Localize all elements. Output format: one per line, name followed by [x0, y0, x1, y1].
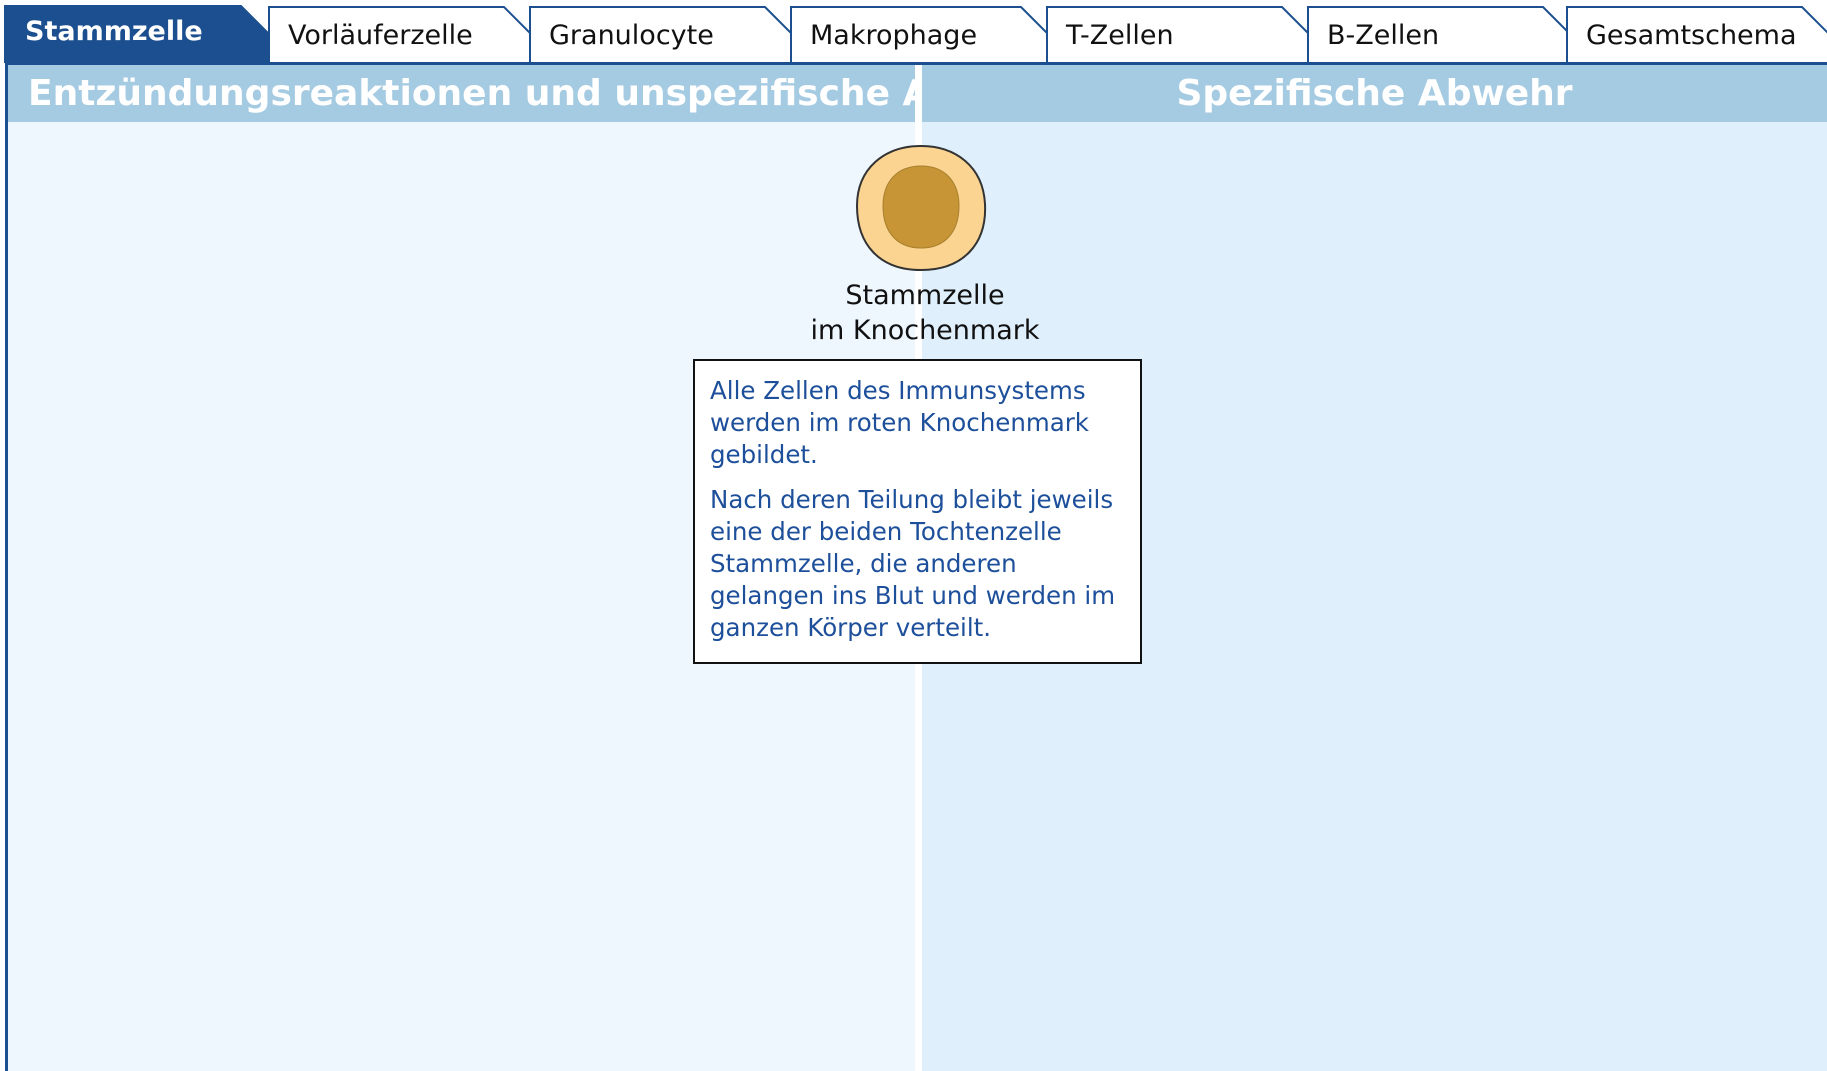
tab-label: Makrophage [810, 20, 978, 51]
tab-label: B-Zellen [1327, 20, 1440, 51]
tab-label: Stammzelle [25, 16, 203, 47]
tab-stammzelle[interactable]: Stammzelle [4, 5, 271, 63]
tab-label: Gesamtschema [1586, 20, 1797, 51]
stem-cell-illustration[interactable] [855, 144, 987, 272]
tab-vorlaeuferzelle[interactable]: Vorläuferzelle [268, 6, 533, 62]
caption-line-2: im Knochenmark [810, 315, 1040, 346]
tab-makrophage[interactable]: Makrophage [790, 6, 1050, 62]
specific-defense-header: Spezifische Abwehr [922, 65, 1827, 122]
tab-bar: Stammzelle Vorläuferzelle Granulocyte Ma… [0, 0, 1827, 64]
tab-granulocyte[interactable]: Granulocyte [529, 6, 794, 62]
tab-b-zellen[interactable]: B-Zellen [1307, 6, 1572, 62]
tab-label: Vorläuferzelle [288, 20, 473, 51]
cell-nucleus [882, 165, 960, 249]
tab-label: T-Zellen [1066, 20, 1174, 51]
tab-gesamtschema[interactable]: Gesamtschema [1566, 6, 1827, 62]
info-paragraph-1: Alle Zellen des Immunsystems werden im r… [710, 376, 1089, 469]
unspecific-defense-header: Entzündungsreaktionen und unspezifische … [8, 65, 1057, 122]
caption-line-1: Stammzelle [845, 280, 1005, 311]
stem-cell-caption: Stammzelle im Knochenmark [740, 278, 1110, 348]
stem-cell-icon [855, 144, 987, 272]
info-paragraph-2: Nach deren Teilung bleibt jeweils eine d… [710, 485, 1116, 642]
tab-label: Granulocyte [549, 20, 714, 51]
tab-t-zellen[interactable]: T-Zellen [1046, 6, 1311, 62]
info-box: Alle Zellen des Immunsystems werden im r… [693, 359, 1142, 664]
